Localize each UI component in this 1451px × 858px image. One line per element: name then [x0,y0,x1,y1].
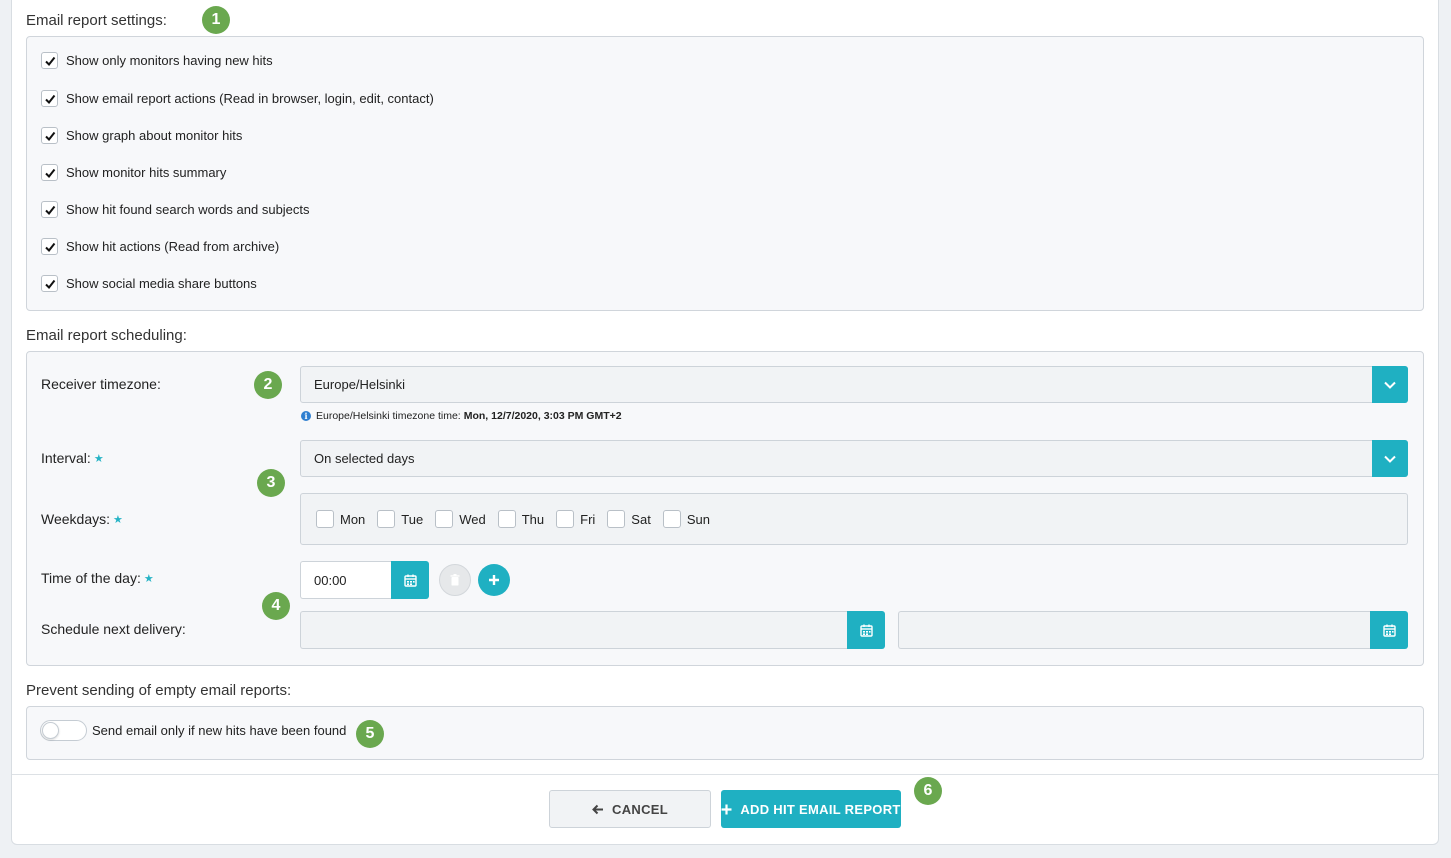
toggle-label: Send email only if new hits have been fo… [92,723,347,738]
weekday-label: Sat [631,511,651,527]
weekday-label: Mon [340,511,366,527]
chevron-down-icon[interactable] [1372,440,1408,477]
timezone-value: Europe/Helsinki [314,377,406,392]
date-value[interactable] [300,611,847,649]
timezone-note: i Europe/Helsinki timezone time: Mon, 12… [301,410,622,422]
required-star-icon: ★ [93,453,104,465]
checkbox-label: Show monitor hits summary [66,165,227,180]
checkbox-label: Show only monitors having new hits [66,53,273,68]
weekday-label: Sun [686,511,710,527]
plus-icon [489,575,499,585]
checkbox-label: Show social media share buttons [66,276,257,291]
weekday-label: Fri [580,511,596,527]
trash-icon[interactable] [439,564,471,596]
checkbox-checked[interactable] [41,52,58,69]
step-badge-5: 5 [356,720,384,748]
step-badge-4: 4 [262,592,290,620]
checkbox-row[interactable]: Show monitor hits summary [41,164,226,181]
time-label-text: Time of the day: [41,570,141,586]
checkbox-checked[interactable] [41,238,58,255]
plus-icon [721,804,732,815]
next-delivery-start-input[interactable] [300,611,885,649]
calendar-icon[interactable] [1370,611,1408,649]
interval-select[interactable]: On selected days [300,440,1408,477]
chevron-down-icon[interactable] [1372,366,1408,403]
calendar-icon[interactable] [391,561,429,599]
footer-divider [12,774,1438,775]
weekday-checkbox-mon[interactable]: Mon [316,510,365,528]
time-value[interactable]: 00:00 [300,561,391,599]
timezone-label: Receiver timezone: [41,376,161,392]
add-hit-email-report-button[interactable]: ADD HIT EMAIL REPORT [721,790,901,828]
timezone-note-time: Mon, 12/7/2020, 3:03 PM GMT+2 [463,410,622,422]
checkbox-row[interactable]: Show only monitors having new hits [41,52,273,69]
settings-fieldset [26,36,1424,311]
checkbox-label: Show email report actions (Read in brows… [66,91,434,106]
weekday-checkbox-tue[interactable]: Tue [377,510,423,528]
interval-label-text: Interval: [41,450,91,466]
cancel-label: CANCEL [612,801,668,817]
weekday-checkbox-wed[interactable]: Wed [435,510,486,528]
weekdays-group: Mon Tue Wed Thu Fri Sat Sun [300,493,1408,545]
next-delivery-end-input[interactable] [898,611,1408,649]
required-star-icon: ★ [143,573,154,585]
add-time-button[interactable] [478,564,510,596]
arrow-left-icon [592,804,604,815]
checkbox-checked[interactable] [41,164,58,181]
checkbox-row[interactable]: Show hit actions (Read from archive) [41,238,279,255]
checkbox-unchecked[interactable] [435,510,454,528]
calendar-icon[interactable] [847,611,885,649]
checkbox-unchecked[interactable] [662,510,681,528]
checkbox-unchecked[interactable] [316,510,334,528]
required-star-icon: ★ [113,514,123,526]
date-value[interactable] [898,611,1370,649]
checkbox-checked[interactable] [41,275,58,292]
checkbox-checked[interactable] [41,201,58,218]
step-badge-1: 1 [202,6,230,34]
step-badge-2: 2 [254,371,282,399]
next-delivery-label: Schedule next delivery: [41,621,186,637]
checkbox-checked[interactable] [41,90,58,107]
weekday-checkbox-sat[interactable]: Sat [607,510,651,528]
weekdays-label-text: Weekdays: [41,511,110,527]
checkbox-row[interactable]: Show hit found search words and subjects [41,201,310,218]
timezone-select[interactable]: Europe/Helsinki [300,366,1408,403]
checkbox-label: Show graph about monitor hits [66,128,243,143]
scheduling-section-title: Email report scheduling: [26,327,187,344]
weekday-label: Wed [459,511,486,527]
checkbox-label: Show hit actions (Read from archive) [66,239,280,254]
step-badge-3: 3 [257,469,285,497]
weekday-checkbox-sun[interactable]: Sun [662,510,710,528]
weekday-checkbox-thu[interactable]: Thu [497,510,545,528]
info-icon: i [301,411,311,421]
checkbox-label: Show hit found search words and subjects [66,202,310,217]
toggle-knob [42,722,59,739]
checkbox-unchecked[interactable] [607,510,626,528]
add-label: ADD HIT EMAIL REPORT [740,801,901,817]
weekday-checkbox-fri[interactable]: Fri [556,510,595,528]
checkbox-unchecked[interactable] [377,510,396,528]
step-badge-6: 6 [914,777,942,805]
timezone-note-prefix: Europe/Helsinki timezone time: [316,410,461,422]
checkbox-row[interactable]: Show graph about monitor hits [41,127,242,144]
interval-label: Interval: ★ [41,450,104,466]
time-input[interactable]: 00:00 [300,561,429,599]
time-label: Time of the day: ★ [41,570,154,586]
checkbox-checked[interactable] [41,127,58,144]
weekday-label: Tue [401,511,424,527]
cancel-button[interactable]: CANCEL [549,790,711,828]
interval-value: On selected days [314,451,415,466]
checkbox-row[interactable]: Show social media share buttons [41,275,257,292]
checkbox-unchecked[interactable] [556,510,575,528]
weekday-label: Thu [521,511,545,527]
checkbox-unchecked[interactable] [497,510,516,528]
prevent-section-title: Prevent sending of empty email reports: [26,682,292,699]
weekdays-label: Weekdays: ★ [41,511,123,527]
settings-section-title: Email report settings: [26,12,167,29]
send-only-new-hits-toggle[interactable] [40,720,87,741]
checkbox-row[interactable]: Show email report actions (Read in brows… [41,90,434,107]
